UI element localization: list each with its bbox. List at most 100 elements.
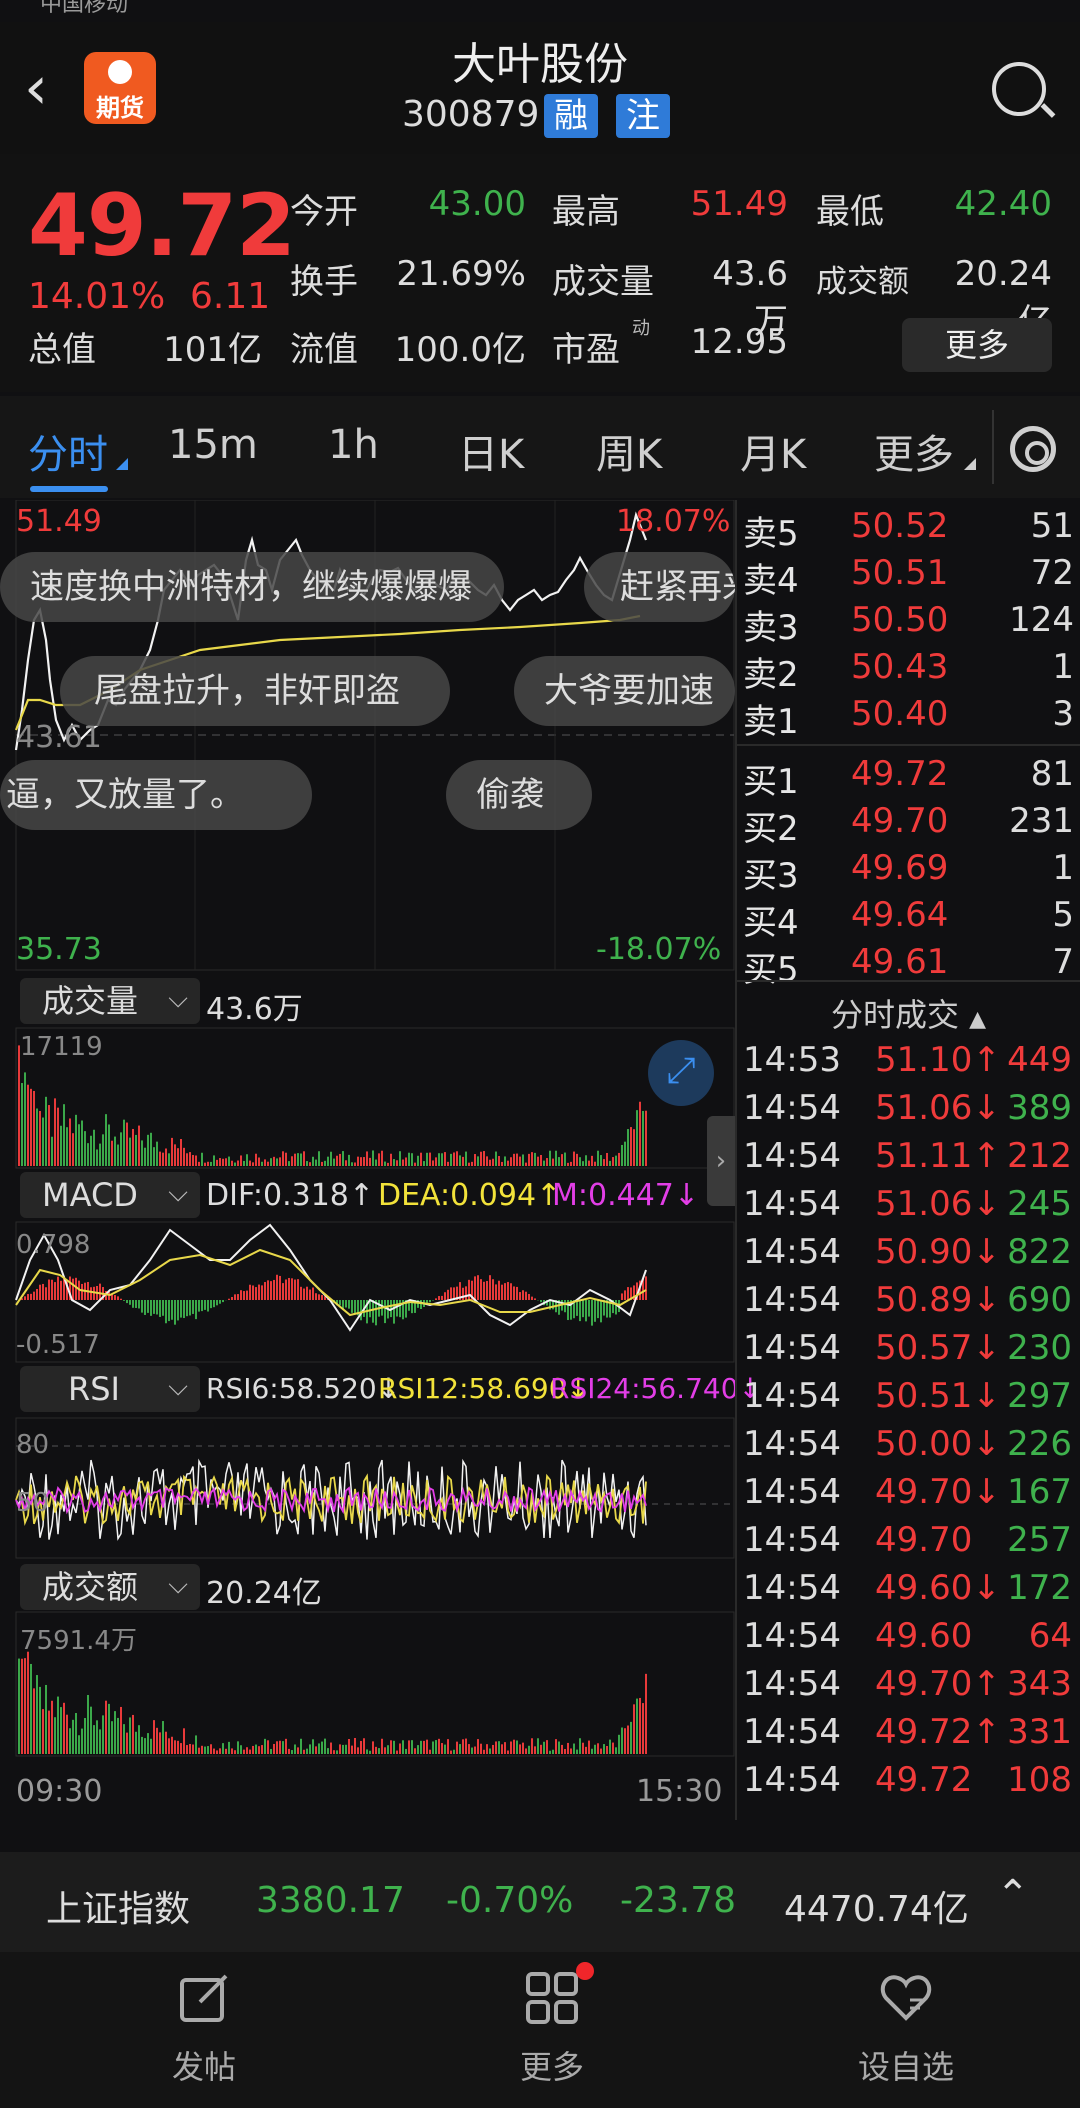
tab-more[interactable]: 更多 — [874, 422, 954, 480]
index-change-amount: -23.78 — [620, 1880, 737, 1921]
bar — [27, 1651, 29, 1754]
macd-bar — [186, 1300, 188, 1317]
ask-row[interactable]: 卖4 50.51 72 — [737, 553, 1080, 601]
macd-indicator-select[interactable]: MACD ⌵ — [20, 1172, 200, 1218]
search-icon[interactable] — [992, 62, 1046, 116]
bar — [540, 1154, 542, 1166]
macd-bar — [180, 1300, 182, 1318]
bid-row[interactable]: 买2 49.70 231 — [737, 801, 1080, 849]
nav-more[interactable]: 更多 — [452, 1970, 652, 2088]
bid-row[interactable]: 买4 49.64 5 — [737, 895, 1080, 943]
bar — [453, 1152, 455, 1166]
macd-bar — [348, 1300, 350, 1309]
ask-row[interactable]: 卖1 50.40 3 — [737, 694, 1080, 742]
bar — [519, 1156, 521, 1166]
bar — [504, 1156, 506, 1166]
bar — [81, 1120, 83, 1166]
bar — [60, 1707, 62, 1754]
rsi-indicator-select[interactable]: RSI ⌵ — [20, 1366, 200, 1412]
bar — [276, 1741, 278, 1754]
trades-title[interactable]: 分时成交 ▲ — [737, 990, 1080, 1036]
macd-bar — [246, 1290, 248, 1300]
tab-15m[interactable]: 15m — [168, 422, 258, 468]
bar — [159, 1732, 161, 1754]
macd-bar — [129, 1300, 131, 1305]
bar — [324, 1160, 326, 1166]
chevron-up-icon[interactable]: ⌃ — [996, 1872, 1030, 1918]
trade-row: 14:54 49.70↓ 167 — [737, 1472, 1080, 1520]
bar — [336, 1155, 338, 1166]
volume-indicator-select[interactable]: 成交量 ⌵ — [20, 978, 200, 1024]
bar — [372, 1150, 374, 1166]
nav-add-watchlist[interactable]: 设自选 — [806, 1970, 1006, 2088]
ask-row[interactable]: 卖3 50.50 124 — [737, 600, 1080, 648]
volume-indicator-label: 成交量 — [42, 982, 139, 1020]
bar — [171, 1137, 173, 1166]
danmu-bubble[interactable]: 偷袭 — [446, 760, 592, 830]
macd-bar — [516, 1286, 518, 1300]
nav-post[interactable]: 发帖 — [104, 1970, 304, 2088]
gear-icon[interactable] — [1010, 426, 1056, 472]
danmu-bubble[interactable]: 逼，又放量了。 — [0, 760, 312, 830]
bar — [528, 1153, 530, 1166]
bar — [246, 1154, 248, 1166]
tab-monthly[interactable]: 月K — [740, 422, 806, 480]
ask-row[interactable]: 卖2 50.43 1 — [737, 647, 1080, 695]
rsi-indicator-label: RSI — [68, 1370, 120, 1408]
rsi-lines — [15, 1458, 647, 1541]
bar — [624, 1728, 626, 1754]
bar — [474, 1154, 476, 1166]
macd-bar — [252, 1285, 254, 1300]
bar — [162, 1721, 164, 1754]
bid-row[interactable]: 买3 49.69 1 — [737, 848, 1080, 896]
bar — [471, 1747, 473, 1754]
more-quote-button[interactable]: 更多 — [902, 318, 1052, 372]
tick-trades[interactable]: 分时成交 ▲ 14:53 51.10↑ 449 14:54 51.06↓ 389 14:54… — [737, 980, 1080, 1820]
volume-max-label: 17119 — [20, 1032, 103, 1062]
amount-indicator-select[interactable]: 成交额 ⌵ — [20, 1564, 200, 1610]
bar — [210, 1161, 212, 1166]
tab-weekly[interactable]: 周K — [596, 422, 662, 480]
danmu-bubble[interactable]: 赶紧再来 — [584, 552, 735, 622]
bar — [141, 1736, 143, 1754]
tab-daily[interactable]: 日K — [458, 422, 524, 480]
bar — [348, 1738, 350, 1754]
bar — [258, 1157, 260, 1166]
macd-bar — [468, 1279, 470, 1300]
bar — [177, 1148, 179, 1166]
ask-row[interactable]: 卖5 50.52 51 — [737, 506, 1080, 554]
trades-title-label: 分时成交 — [830, 996, 959, 1034]
bar — [66, 1127, 68, 1166]
bar — [24, 1072, 26, 1166]
bar — [276, 1158, 278, 1166]
trade-price: 50.89↓ — [875, 1280, 1001, 1320]
tab-1h[interactable]: 1h — [328, 422, 379, 468]
bar — [624, 1141, 626, 1166]
bar — [282, 1151, 284, 1166]
register-badge[interactable]: 注 — [616, 94, 670, 138]
bar — [414, 1748, 416, 1754]
float-cap-value: 100.0亿 — [394, 330, 526, 370]
bar — [117, 1144, 119, 1166]
danmu-bubble[interactable]: 速度换中洲特材，继续爆爆爆 — [0, 552, 504, 622]
chart-area[interactable]: 51.49 18.07% 43.61 35.73 -18.07% 速度换中洲特材… — [0, 500, 762, 1820]
bar — [84, 1718, 86, 1754]
bar — [390, 1740, 392, 1754]
side-panel-handle-icon[interactable]: › — [707, 1116, 735, 1206]
trade-volume: 297 — [1007, 1376, 1072, 1416]
bar — [333, 1750, 335, 1754]
danmu-bubble[interactable]: 大爷要加速 — [514, 656, 735, 726]
margin-badge[interactable]: 融 — [544, 94, 598, 138]
danmu-bubble[interactable]: 尾盘拉升，非奸即盗 — [60, 656, 450, 726]
bar — [405, 1157, 407, 1166]
trade-row: 14:54 50.00↓ 226 — [737, 1424, 1080, 1472]
bid-row[interactable]: 买1 49.72 81 — [737, 754, 1080, 802]
ask-qty: 1 — [1052, 647, 1074, 687]
bar — [120, 1132, 122, 1166]
tab-intraday[interactable]: 分时 — [28, 422, 108, 480]
expand-icon[interactable]: ⤢ — [648, 1040, 714, 1106]
macd-bar — [354, 1300, 356, 1314]
bar — [45, 1684, 47, 1754]
bar — [315, 1746, 317, 1754]
index-ticker[interactable]: 上证指数 3380.17 -0.70% -23.78 4470.74亿 ⌃ — [0, 1852, 1080, 1952]
